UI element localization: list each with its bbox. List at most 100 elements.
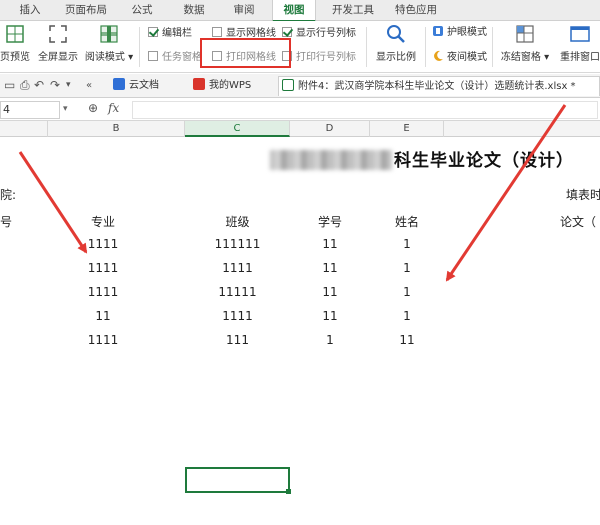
- fill-handle[interactable]: [286, 489, 291, 494]
- cloud-docs-label: 云文档: [129, 80, 159, 91]
- header-class-cell[interactable]: 班级: [185, 213, 290, 230]
- table-cell-major[interactable]: 1111: [48, 333, 158, 347]
- tab-page-layout[interactable]: 页面布局: [58, 0, 114, 21]
- table-cell-class[interactable]: 1111: [185, 261, 290, 275]
- tab-scroll-left-icon[interactable]: «: [86, 80, 92, 91]
- show-row-col-headers-checkbox[interactable]: 显示行号列标: [282, 26, 356, 42]
- table-cell-class[interactable]: 111111: [185, 237, 290, 251]
- tab-special[interactable]: 特色应用: [388, 0, 444, 21]
- full-screen-button[interactable]: 全屏显示: [36, 23, 80, 63]
- table-cell-major[interactable]: 1111: [48, 285, 158, 299]
- eye-protection-toggle[interactable]: 护眼模式: [432, 25, 487, 41]
- rearrange-windows-button[interactable]: 重排窗口: [556, 23, 600, 63]
- table-cell-student-no[interactable]: 1: [290, 333, 370, 347]
- spreadsheet-file-icon: [282, 79, 294, 91]
- zoom-formula-icon[interactable]: ⊕: [88, 101, 98, 115]
- quick-access-chevron-icon[interactable]: ▾: [66, 80, 71, 90]
- checkbox-checked-icon: [282, 27, 292, 37]
- eye-protection-label: 护眼模式: [447, 27, 487, 38]
- tab-active-spreadsheet[interactable]: 附件4：武汉商学院本科生毕业论文（设计）选题统计表.xlsx *: [278, 76, 600, 96]
- reading-mode-label: 阅读模式: [84, 52, 125, 63]
- full-screen-label: 全屏显示: [38, 52, 78, 63]
- column-header-b[interactable]: B: [48, 121, 185, 137]
- table-cell-class[interactable]: 11111: [185, 285, 290, 299]
- tab-my-wps[interactable]: 我的WPS: [190, 76, 251, 96]
- reading-mode-icon: [100, 25, 118, 43]
- header-major-cell[interactable]: 专业: [48, 213, 158, 230]
- page-preview-button[interactable]: 页预览: [0, 23, 30, 63]
- toolbar-divider: [139, 27, 140, 67]
- tab-developer[interactable]: 开发工具: [326, 0, 380, 21]
- tab-view[interactable]: 视图: [272, 0, 316, 22]
- tab-formulas[interactable]: 公式: [124, 0, 160, 21]
- column-header-c[interactable]: C: [185, 121, 290, 137]
- print-row-col-headers-checkbox[interactable]: 打印行号列标: [282, 50, 356, 66]
- tab-cloud-docs[interactable]: 云文档: [110, 76, 159, 96]
- name-box-dropdown-icon[interactable]: ▾: [63, 104, 68, 114]
- rearrange-windows-label: 重排窗口: [560, 52, 600, 63]
- task-pane-checkbox[interactable]: 任务窗格: [148, 50, 202, 66]
- ribbon-tab-bar: 插入 页面布局 公式 数据 审阅 视图 开发工具 特色应用: [0, 0, 600, 22]
- night-mode-toggle[interactable]: 夜间模式: [432, 50, 487, 66]
- undo-icon[interactable]: ↶: [34, 78, 44, 92]
- checkbox-unchecked-icon: [212, 27, 222, 37]
- tab-insert[interactable]: 插入: [12, 0, 48, 21]
- tab-data[interactable]: 数据: [176, 0, 212, 21]
- college-label-cell[interactable]: 院:: [0, 186, 16, 203]
- header-no-cell[interactable]: 号: [0, 213, 12, 230]
- moon-icon: [434, 50, 443, 61]
- column-header-f[interactable]: [444, 121, 600, 137]
- column-header-d[interactable]: D: [290, 121, 370, 137]
- reading-mode-button[interactable]: 阅读模式 ▾: [84, 23, 134, 63]
- table-cell-name[interactable]: 11: [370, 333, 444, 347]
- table-cell-major[interactable]: 1111: [48, 237, 158, 251]
- toolbar-divider: [425, 27, 426, 67]
- print-icon[interactable]: ⎙: [20, 78, 30, 93]
- tab-review[interactable]: 审阅: [224, 0, 264, 21]
- show-row-col-headers-label: 显示行号列标: [296, 28, 356, 39]
- document-tab-bar: ▭ ⎙ ↶ ↷ ▾ « 云文档 我的WPS 附件4：武汉商学院本科生毕业论文（设…: [0, 74, 600, 98]
- view-toolbar: 页预览 全屏显示 阅读模式 ▾ 编辑栏 任务窗格 显示网格线 打印网格线 显示行…: [0, 21, 600, 73]
- fill-date-label-cell[interactable]: 填表时: [566, 186, 600, 203]
- column-header-e[interactable]: E: [370, 121, 444, 137]
- selected-cell[interactable]: [185, 467, 290, 493]
- table-cell-student-no[interactable]: 11: [290, 309, 370, 323]
- column-header-blank[interactable]: [0, 121, 48, 137]
- toolbar-divider: [366, 27, 367, 67]
- sheet-title[interactable]: 科生毕业论文（设计）: [270, 146, 574, 171]
- header-thesis-cell[interactable]: 论文（: [560, 213, 596, 230]
- table-cell-name[interactable]: 1: [370, 309, 444, 323]
- cloud-docs-icon: [113, 78, 125, 90]
- table-cell-student-no[interactable]: 11: [290, 261, 370, 275]
- table-cell-major[interactable]: 1111: [48, 261, 158, 275]
- night-mode-label: 夜间模式: [447, 52, 487, 63]
- insert-function-button[interactable]: fx: [108, 101, 119, 115]
- redo-icon[interactable]: ↷: [50, 78, 60, 92]
- table-cell-major[interactable]: 11: [48, 309, 158, 323]
- freeze-panes-icon: [516, 25, 534, 43]
- table-cell-name[interactable]: 1: [370, 237, 444, 251]
- zoom-button[interactable]: 显示比例: [372, 23, 420, 63]
- checkbox-unchecked-icon: [148, 51, 158, 61]
- formula-input[interactable]: [132, 101, 598, 119]
- header-student-no-cell[interactable]: 学号: [290, 213, 370, 230]
- chevron-down-icon: ▾: [124, 52, 134, 63]
- page-preview-label: 页预览: [0, 52, 30, 63]
- edit-bar-checkbox[interactable]: 编辑栏: [148, 26, 192, 42]
- save-icon[interactable]: ▭: [4, 78, 15, 92]
- table-cell-name[interactable]: 1: [370, 285, 444, 299]
- edit-bar-label: 编辑栏: [162, 28, 192, 39]
- eye-protection-icon: [433, 26, 443, 36]
- freeze-panes-button[interactable]: 冻结窗格 ▾: [498, 23, 552, 63]
- column-header-row: B C D E: [0, 121, 600, 137]
- table-cell-class[interactable]: 111: [185, 333, 290, 347]
- header-name-cell[interactable]: 姓名: [370, 213, 444, 230]
- formula-bar: 4 ▾ ⊕ fx: [0, 99, 600, 121]
- name-box[interactable]: 4: [0, 101, 60, 119]
- table-cell-class[interactable]: 1111: [185, 309, 290, 323]
- table-cell-name[interactable]: 1: [370, 261, 444, 275]
- zoom-label: 显示比例: [376, 52, 416, 63]
- table-cell-student-no[interactable]: 11: [290, 285, 370, 299]
- my-wps-label: 我的WPS: [209, 80, 252, 91]
- table-cell-student-no[interactable]: 11: [290, 237, 370, 251]
